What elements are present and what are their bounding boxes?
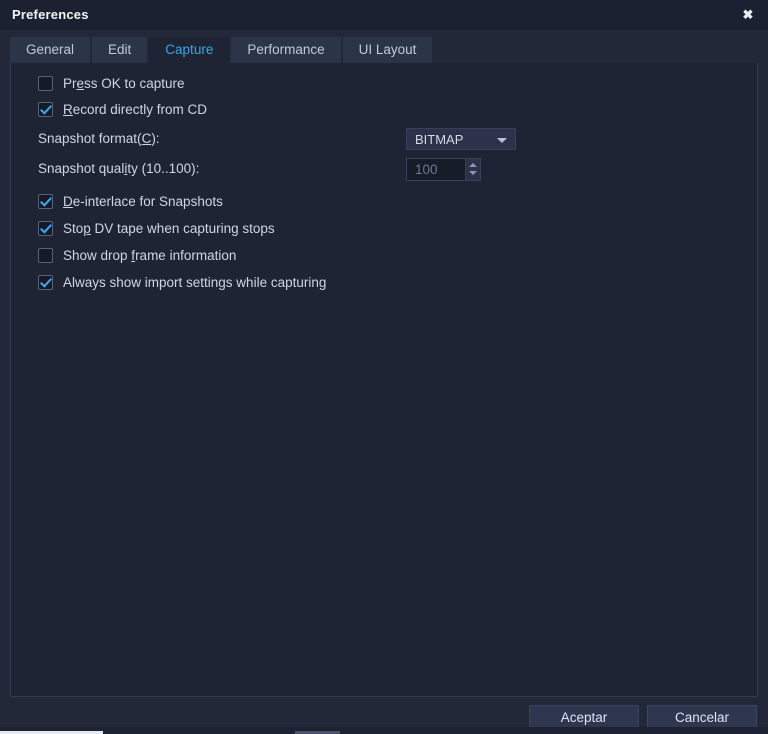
tab-label: UI Layout (358, 42, 417, 57)
label-snapshot-quality: Snapshot quality (10..100): (38, 161, 200, 176)
checkbox-de-interlace-for-snapshots[interactable] (38, 193, 53, 209)
spinner-down-icon[interactable] (469, 171, 477, 175)
chevron-down-icon (497, 138, 507, 143)
capture-tab-panel: Press OK to capture Record directly from… (10, 63, 758, 697)
checkbox-label-record-directly-from-cd[interactable]: Record directly from CD (63, 102, 207, 117)
preferences-dialog: Preferences ✖ General Edit Capture Performa… (0, 0, 768, 729)
label-snapshot-format: Snapshot format(C): (38, 131, 160, 146)
checkbox-row-always-show-import-settings[interactable]: Always show import settings while captur… (38, 271, 326, 293)
close-icon[interactable]: ✖ (728, 0, 768, 30)
snapshot-quality-input[interactable]: 100 (406, 158, 466, 181)
checkbox-record-directly-from-cd[interactable] (38, 101, 53, 117)
tab-performance[interactable]: Performance (231, 37, 341, 63)
checkbox-label-show-drop-frame-information[interactable]: Show drop frame information (63, 248, 236, 263)
accept-button[interactable]: Aceptar (529, 705, 639, 729)
tab-general[interactable]: General (10, 37, 91, 63)
checkbox-label-de-interlace-for-snapshots[interactable]: De-interlace for Snapshots (63, 194, 223, 209)
checkbox-label-always-show-import-settings[interactable]: Always show import settings while captur… (63, 275, 326, 290)
tab-edit[interactable]: Edit (92, 37, 148, 63)
tab-strip: General Edit Capture Performance UI Layout (10, 37, 434, 63)
window-title: Preferences (12, 7, 89, 22)
cancel-button[interactable]: Cancelar (647, 705, 757, 729)
checkbox-label-press-ok-to-capture[interactable]: Press OK to capture (63, 76, 185, 91)
checkbox-stop-dv-tape[interactable] (38, 220, 53, 236)
title-bar: Preferences ✖ (0, 0, 768, 30)
tab-label: Performance (247, 42, 325, 57)
checkbox-row-stop-dv-tape[interactable]: Stop DV tape when capturing stops (38, 217, 275, 239)
taskbar-sliver (0, 727, 768, 734)
checkbox-show-drop-frame-information[interactable] (38, 247, 53, 263)
checkbox-row-show-drop-frame-information[interactable]: Show drop frame information (38, 244, 236, 266)
snapshot-quality-value: 100 (415, 162, 438, 177)
checkbox-row-de-interlace-for-snapshots[interactable]: De-interlace for Snapshots (38, 190, 223, 212)
checkbox-press-ok-to-capture[interactable] (38, 75, 53, 91)
snapshot-format-value: BITMAP (415, 131, 464, 147)
tab-ui-layout[interactable]: UI Layout (342, 37, 433, 63)
tab-label: Edit (108, 42, 132, 57)
snapshot-format-select[interactable]: BITMAP (406, 128, 516, 150)
checkbox-label-stop-dv-tape[interactable]: Stop DV tape when capturing stops (63, 221, 275, 236)
checkbox-row-record-directly-from-cd[interactable]: Record directly from CD (38, 98, 207, 120)
tab-capture[interactable]: Capture (149, 37, 230, 63)
spinner-up-icon[interactable] (469, 163, 477, 167)
checkbox-always-show-import-settings[interactable] (38, 274, 53, 290)
tab-label: General (26, 42, 75, 57)
snapshot-quality-stepper[interactable] (466, 158, 481, 181)
tab-label: Capture (165, 42, 214, 57)
checkbox-row-press-ok-to-capture[interactable]: Press OK to capture (38, 72, 185, 94)
